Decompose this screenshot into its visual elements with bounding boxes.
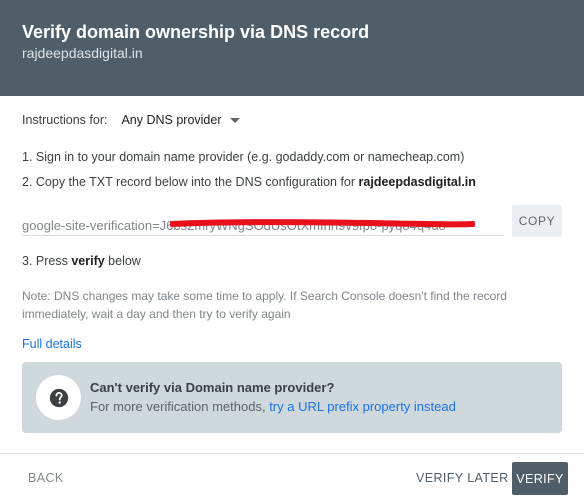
step-3-suffix: below xyxy=(104,254,141,268)
verify-button[interactable]: VERIFY xyxy=(512,462,568,495)
footer-divider xyxy=(0,453,584,454)
instructions-label: Instructions for: xyxy=(22,113,108,127)
step-3-verify: verify xyxy=(71,254,105,268)
copy-button[interactable]: COPY xyxy=(512,205,562,237)
step-2: 2. Copy the TXT record below into the DN… xyxy=(22,175,476,189)
dropdown-caret-icon xyxy=(229,117,240,123)
dns-provider-selected: Any DNS provider xyxy=(121,113,222,127)
verify-later-button[interactable]: VERIFY LATER xyxy=(416,471,509,485)
full-details-link[interactable]: Full details xyxy=(22,337,82,351)
info-text-lead: For more verification methods, xyxy=(90,399,270,414)
step-2-domain: rajdeepdasdigital.in xyxy=(358,175,476,189)
step-3-text: 3. Press xyxy=(22,254,72,268)
dialog-header: Verify domain ownership via DNS record r… xyxy=(0,0,584,96)
alternative-method-box: Can't verify via Domain name provider? F… xyxy=(22,362,562,433)
back-button[interactable]: BACK xyxy=(28,471,64,485)
step-3: 3. Press verify below xyxy=(22,254,141,268)
help-icon xyxy=(49,388,68,407)
step-2-text: 2. Copy the TXT record below into the DN… xyxy=(22,175,359,189)
instructions-row: Instructions for: Any DNS provider xyxy=(22,112,240,128)
dialog-domain: rajdeepdasdigital.in xyxy=(22,45,143,61)
dns-note: Note: DNS changes may take some time to … xyxy=(22,289,507,321)
dialog-title: Verify domain ownership via DNS record xyxy=(22,22,370,42)
info-title: Can't verify via Domain name provider? xyxy=(90,380,335,395)
step-1: 1. Sign in to your domain name provider … xyxy=(22,150,465,164)
help-icon-circle xyxy=(36,375,81,420)
redaction-scribble xyxy=(170,219,475,228)
dns-provider-dropdown[interactable]: Any DNS provider xyxy=(121,113,240,127)
url-prefix-property-link[interactable]: try a URL prefix property instead xyxy=(269,399,456,414)
info-text: For more verification methods, try a URL… xyxy=(90,399,456,414)
